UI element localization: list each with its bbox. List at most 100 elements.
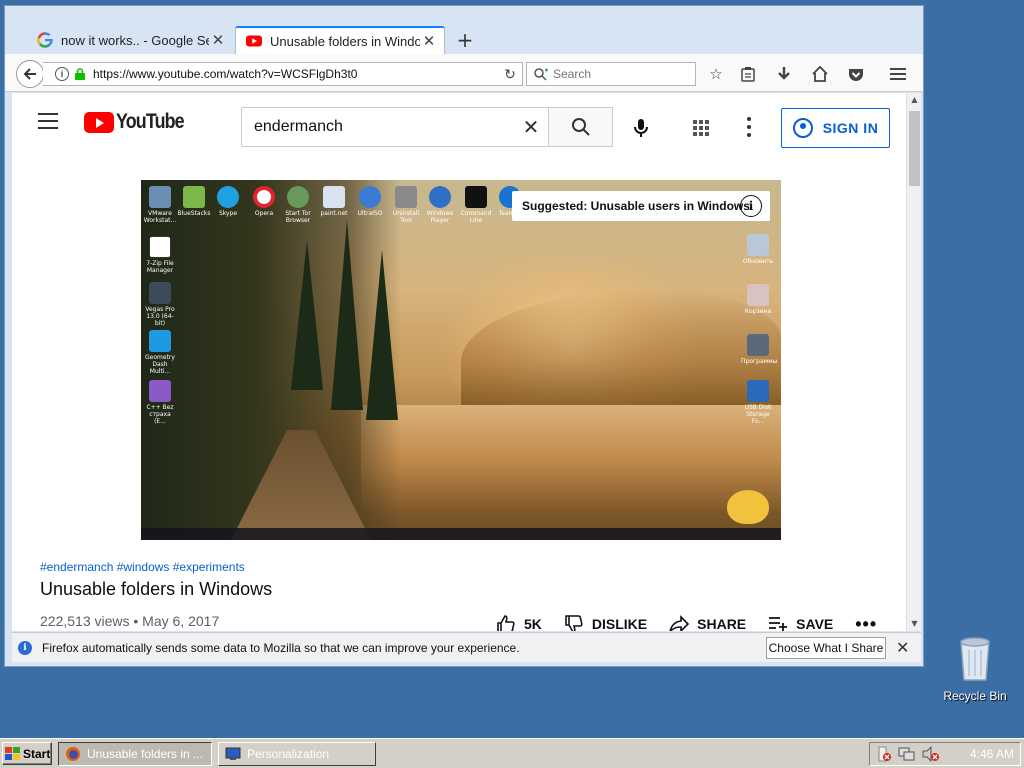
menu-icon[interactable] — [887, 63, 909, 85]
close-notification-icon[interactable]: ✕ — [896, 638, 909, 658]
desktop-icon: Корзина — [741, 284, 775, 315]
url-bar[interactable]: i https://www.youtube.com/watch?v=WCSFlg… — [43, 62, 523, 86]
microphone-icon[interactable] — [630, 117, 652, 139]
share-button[interactable]: SHARE — [669, 614, 746, 631]
close-tab-icon[interactable]: ✕ — [420, 32, 438, 50]
share-icon — [669, 615, 690, 631]
taskbar-item-label: Personalization — [247, 747, 330, 761]
lock-icon — [75, 68, 85, 80]
more-actions-icon[interactable]: ••• — [855, 614, 877, 632]
desktop-icon: Uninstall Tool — [389, 186, 423, 224]
browser-search-input[interactable] — [553, 67, 683, 81]
apps-grid-icon[interactable] — [693, 120, 709, 136]
youtube-search-field[interactable]: endermanch ✕ — [241, 107, 549, 147]
video-actions: 5K DISLIKE SHARE SAVE ••• — [496, 612, 899, 631]
scroll-up-icon[interactable]: ▲ — [907, 93, 922, 107]
network-icon[interactable] — [898, 746, 916, 762]
like-button[interactable]: 5K — [496, 614, 542, 631]
notification-text: Firefox automatically sends some data to… — [42, 640, 520, 655]
taskbar-item-personalization[interactable]: Personalization — [218, 742, 376, 766]
system-tray: 4:46 AM — [869, 742, 1021, 766]
scrollbar-thumb[interactable] — [909, 111, 920, 186]
close-tab-icon[interactable]: ✕ — [209, 31, 227, 49]
tab-youtube[interactable]: Unusable folders in Windo... ✕ — [235, 26, 445, 54]
video-hashtags[interactable]: #endermanch #windows #experiments — [40, 560, 245, 574]
home-icon[interactable] — [809, 63, 831, 85]
windows-taskbar: Start Unusable folders in ... Personaliz… — [0, 738, 1024, 768]
url-text: https://www.youtube.com/watch?v=WCSFlgDh… — [93, 67, 358, 81]
volume-muted-icon[interactable] — [922, 746, 940, 762]
browser-search-box[interactable] — [526, 62, 696, 86]
start-label: Start — [23, 746, 51, 761]
start-button[interactable]: Start — [2, 742, 52, 765]
desktop-icon: Обновить — [741, 234, 775, 265]
personalization-icon — [225, 747, 241, 760]
video-frame-tree — [291, 240, 323, 390]
dislike-label: DISLIKE — [591, 616, 648, 631]
desktop-icon: Windows Player — [423, 186, 457, 224]
info-icon[interactable]: i — [740, 195, 762, 217]
download-icon[interactable] — [773, 63, 795, 85]
back-button[interactable] — [16, 60, 44, 88]
video-frame-lake — [361, 405, 781, 515]
playlist-add-icon — [769, 617, 788, 631]
tab-title: Unusable folders in Windo... — [270, 33, 420, 49]
desktop-icon: Opera — [247, 186, 281, 217]
youtube-logo[interactable]: YouTube — [84, 110, 196, 134]
thumbs-up-icon — [497, 615, 515, 631]
tab-strip: now it works.. - Google Se... ✕ Unusable… — [5, 6, 923, 54]
dislike-button[interactable]: DISLIKE — [564, 614, 647, 631]
desktop-icon: USB Disk Storage Fo... — [741, 380, 775, 425]
vertical-scrollbar[interactable]: ▲ ▼ — [906, 93, 921, 631]
bookmark-star-icon[interactable]: ☆ — [705, 63, 727, 85]
reload-icon[interactable]: ↻ — [498, 66, 522, 83]
taskbar-item-firefox[interactable]: Unusable folders in ... — [58, 742, 212, 766]
like-count: 5K — [524, 616, 542, 631]
youtube-wordmark: YouTube — [116, 110, 185, 133]
back-arrow-icon — [23, 68, 36, 80]
desktop-icon: Start Tor Browser — [281, 186, 315, 224]
desktop-icon: Skype — [211, 186, 245, 217]
video-views-date: 222,513 views • May 6, 2017 — [40, 613, 220, 629]
reading-list-icon[interactable] — [737, 63, 759, 85]
firefox-window: now it works.. - Google Se... ✕ Unusable… — [4, 5, 924, 667]
site-info-icon[interactable]: i — [55, 67, 69, 81]
guide-menu-icon[interactable] — [38, 113, 58, 129]
nav-bar: i https://www.youtube.com/watch?v=WCSFlg… — [5, 54, 923, 92]
scroll-down-icon[interactable]: ▼ — [907, 617, 922, 631]
security-alert-icon[interactable] — [876, 746, 892, 762]
video-frame-taskbar — [141, 528, 781, 540]
suggested-video-card[interactable]: Suggested: Unusable users in Windows i — [512, 191, 770, 221]
info-icon: i — [18, 640, 32, 655]
windows-logo-icon — [5, 746, 20, 760]
recycle-bin-icon — [960, 637, 990, 681]
taskbar-item-label: Unusable folders in ... — [87, 747, 204, 761]
save-button[interactable]: SAVE — [768, 614, 833, 631]
more-options-icon[interactable] — [746, 117, 752, 137]
tab-google-search[interactable]: now it works.. - Google Se... ✕ — [27, 26, 233, 54]
clear-search-icon[interactable]: ✕ — [514, 115, 548, 139]
pocket-icon[interactable] — [845, 63, 867, 85]
desktop-icon: Geometry Dash Multi... — [143, 330, 177, 375]
desktop-icon: 7-Zip File Manager — [143, 236, 177, 274]
page-content: YouTube endermanch ✕ SIGN IN VMware Work… — [12, 93, 906, 631]
google-icon — [37, 32, 53, 48]
choose-what-i-share-button[interactable]: Choose What I Share — [766, 637, 886, 659]
video-player[interactable]: VMware Workstat... BlueStacks Skype Oper… — [141, 180, 781, 540]
desktop-icon: C++ Bez страха (E... — [143, 380, 177, 425]
clock[interactable]: 4:46 AM — [970, 747, 1014, 761]
emoji-sticker — [727, 490, 769, 524]
clipboard-icon — [741, 67, 755, 82]
sign-in-button[interactable]: SIGN IN — [781, 108, 890, 148]
desktop-icon: paint.net — [317, 186, 351, 217]
video-frame-tree — [331, 220, 363, 410]
new-tab-icon[interactable]: + — [455, 28, 475, 52]
suggested-video-label: Suggested: Unusable users in Windows — [522, 199, 750, 213]
share-label: SHARE — [697, 616, 747, 631]
youtube-search-button[interactable] — [549, 107, 613, 147]
search-icon — [571, 118, 590, 136]
youtube-header: YouTube endermanch ✕ SIGN IN — [12, 93, 906, 149]
recycle-bin-shortcut[interactable]: Recycle Bin — [940, 636, 1010, 703]
search-query[interactable]: endermanch — [254, 118, 514, 136]
youtube-play-icon — [84, 111, 114, 133]
